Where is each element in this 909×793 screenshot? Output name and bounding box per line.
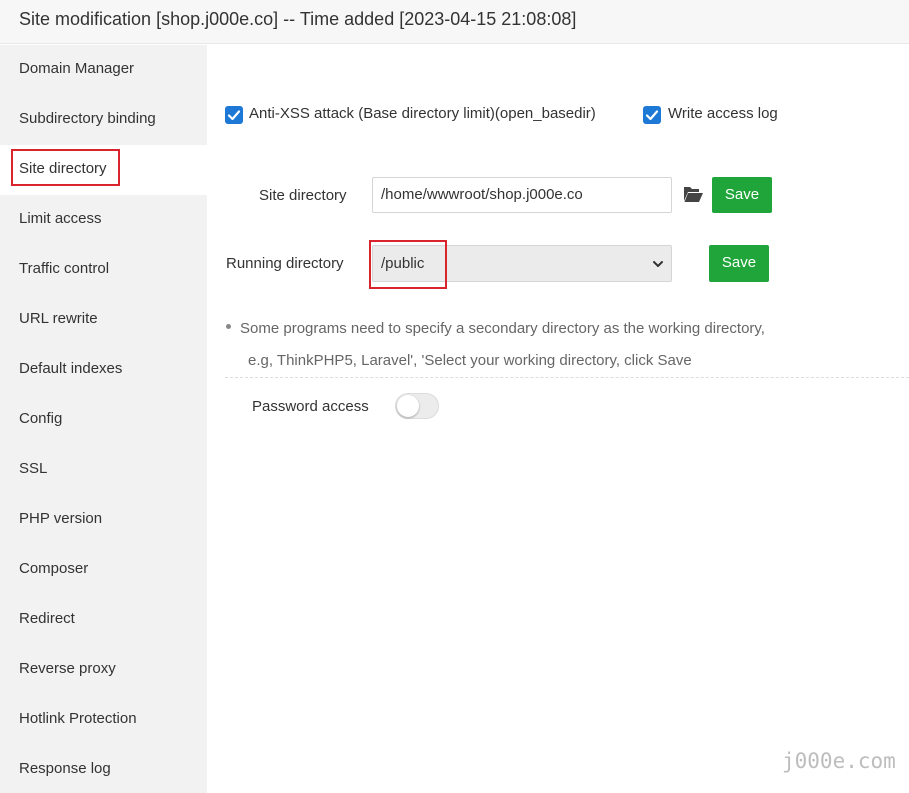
bullet-icon	[226, 324, 231, 329]
sidebar-item-subdirectory-binding[interactable]: Subdirectory binding	[0, 95, 207, 145]
sidebar-item-reverse-proxy[interactable]: Reverse proxy	[0, 645, 207, 695]
sidebar-item-label: Config	[19, 410, 63, 427]
sidebar-item-label: Default indexes	[19, 360, 123, 377]
write-log-checkbox[interactable]	[643, 106, 661, 124]
highlight-box	[11, 149, 120, 186]
anti-xss-checkbox[interactable]	[225, 106, 243, 124]
sidebar-item-php-version[interactable]: PHP version	[0, 495, 207, 545]
sidebar-item-domain-manager[interactable]: Domain Manager	[0, 45, 207, 95]
sidebar-item-label: Domain Manager	[19, 60, 135, 77]
dialog-titlebar: Site modification [shop.j000e.co] -- Tim…	[0, 0, 909, 44]
sidebar-item-hotlink-protection[interactable]: Hotlink Protection	[0, 695, 207, 745]
sidebar-item-response-log[interactable]: Response log	[0, 745, 207, 793]
folder-open-icon[interactable]	[683, 185, 704, 205]
toggle-knob	[397, 395, 419, 417]
site-directory-input[interactable]: /home/wwwroot/shop.j000e.co	[372, 177, 672, 213]
highlight-box	[369, 240, 447, 289]
tip-line-2: e.g, ThinkPHP5, Laravel', 'Select your w…	[248, 352, 692, 369]
dialog-title: Site modification [shop.j000e.co] -- Tim…	[19, 9, 577, 29]
sidebar-item-url-rewrite[interactable]: URL rewrite	[0, 295, 207, 345]
sidebar-item-label: SSL	[19, 460, 48, 477]
write-log-label: Write access log	[668, 105, 778, 122]
chevron-down-icon	[652, 257, 664, 274]
divider	[225, 377, 909, 378]
sidebar-item-composer[interactable]: Composer	[0, 545, 207, 595]
checkmark-icon	[227, 110, 241, 121]
sidebar-item-traffic-control[interactable]: Traffic control	[0, 245, 207, 295]
tip-line-1: Some programs need to specify a secondar…	[240, 320, 765, 337]
sidebar-item-default-indexes[interactable]: Default indexes	[0, 345, 207, 395]
sidebar: Domain Manager Subdirectory binding Site…	[0, 45, 207, 793]
sidebar-item-label: Traffic control	[19, 260, 110, 277]
sidebar-item-label: Subdirectory binding	[19, 110, 156, 127]
checkmark-icon	[645, 110, 659, 121]
sidebar-item-redirect[interactable]: Redirect	[0, 595, 207, 645]
sidebar-item-site-directory[interactable]: Site directory	[0, 145, 207, 195]
anti-xss-label: Anti-XSS attack (Base directory limit)(o…	[249, 105, 596, 122]
save-running-directory-button[interactable]: Save	[709, 245, 769, 282]
sidebar-item-label: Composer	[19, 560, 89, 577]
sidebar-item-limit-access[interactable]: Limit access	[0, 195, 207, 245]
password-access-toggle[interactable]	[395, 393, 439, 419]
sidebar-item-label: URL rewrite	[19, 310, 98, 327]
running-directory-label: Running directory	[226, 255, 344, 272]
sidebar-item-config[interactable]: Config	[0, 395, 207, 445]
sidebar-item-label: Redirect	[19, 610, 75, 627]
site-directory-label: Site directory	[259, 187, 347, 204]
sidebar-item-label: PHP version	[19, 510, 103, 527]
watermark: j000e.com	[782, 749, 896, 773]
sidebar-item-ssl[interactable]: SSL	[0, 445, 207, 495]
sidebar-item-label: Hotlink Protection	[19, 710, 137, 727]
save-site-directory-button[interactable]: Save	[712, 177, 772, 213]
sidebar-item-label: Reverse proxy	[19, 660, 116, 677]
password-access-label: Password access	[252, 398, 369, 415]
sidebar-item-label: Limit access	[19, 210, 102, 227]
sidebar-item-label: Response log	[19, 760, 111, 777]
